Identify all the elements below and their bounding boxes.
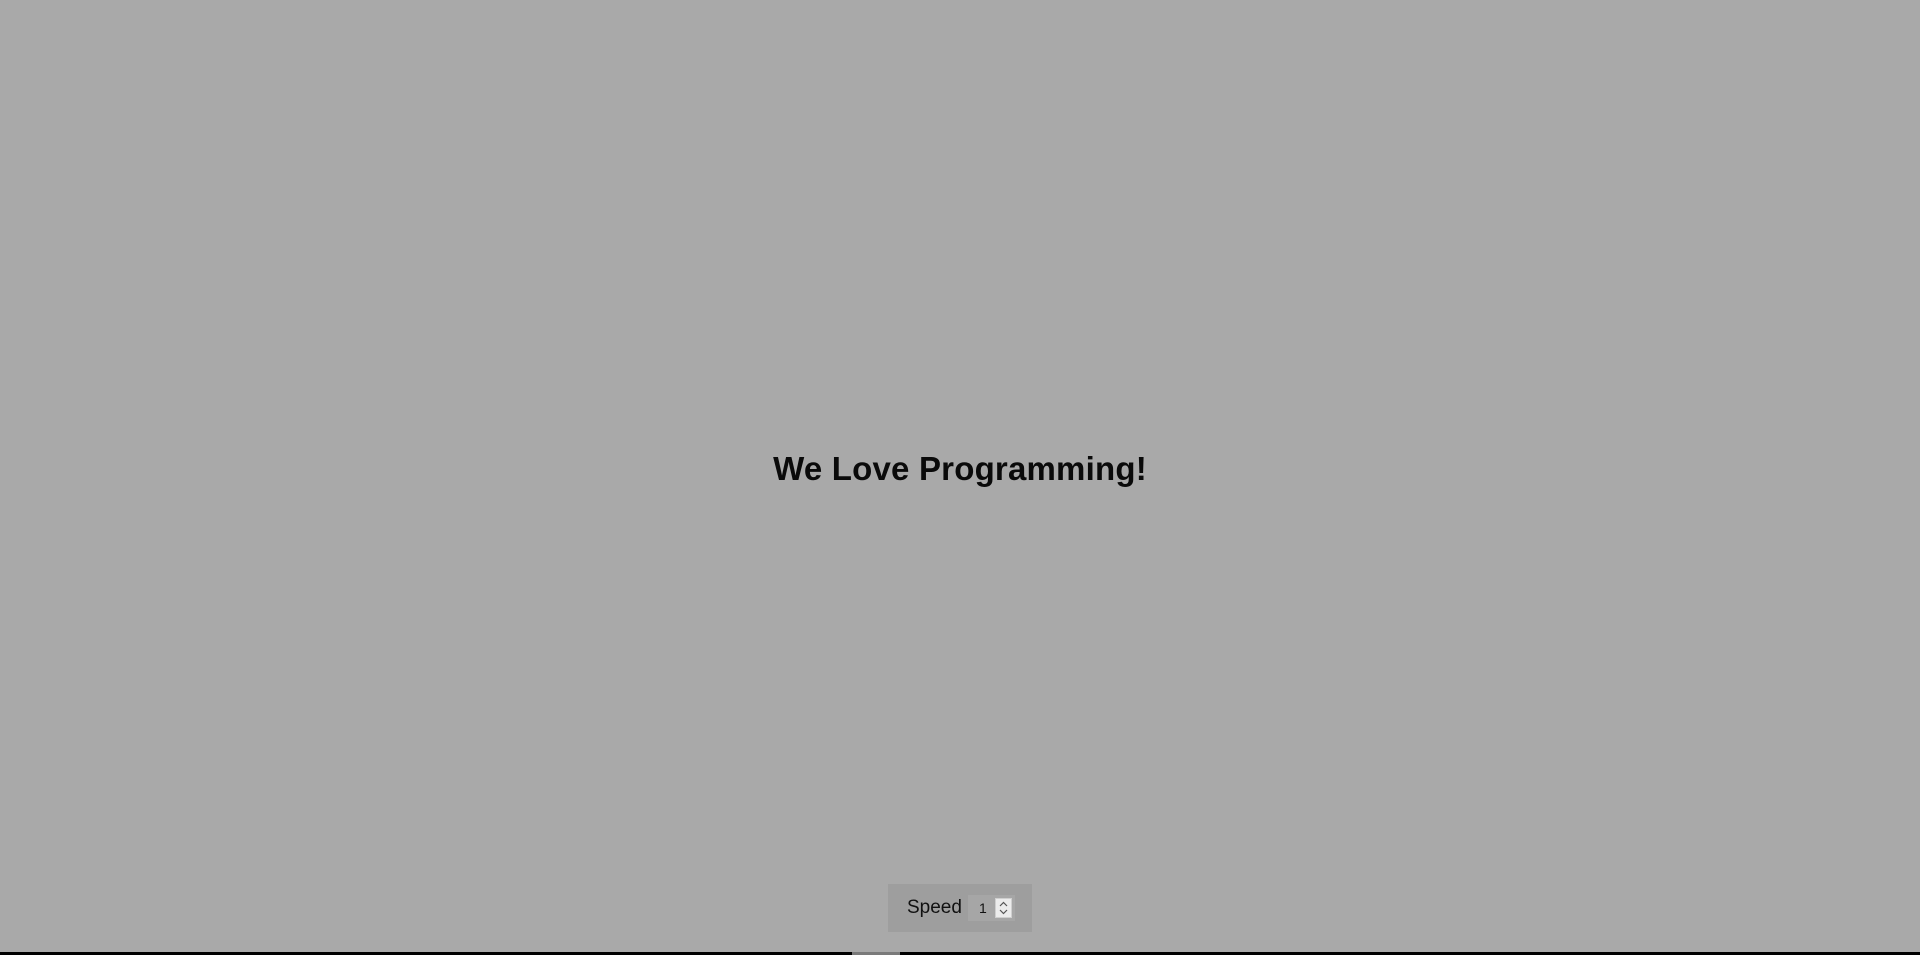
chevron-up-icon[interactable] [999,901,1008,907]
speed-value[interactable]: 1 [970,900,996,916]
speed-number-input[interactable]: 1 [967,895,1015,921]
speed-label: Speed [907,897,962,918]
speed-control-panel: Speed 1 [888,884,1032,932]
chevron-down-icon[interactable] [999,909,1008,915]
speed-stepper[interactable] [994,898,1012,918]
headline-text: We Love Programming! [773,450,1147,487]
